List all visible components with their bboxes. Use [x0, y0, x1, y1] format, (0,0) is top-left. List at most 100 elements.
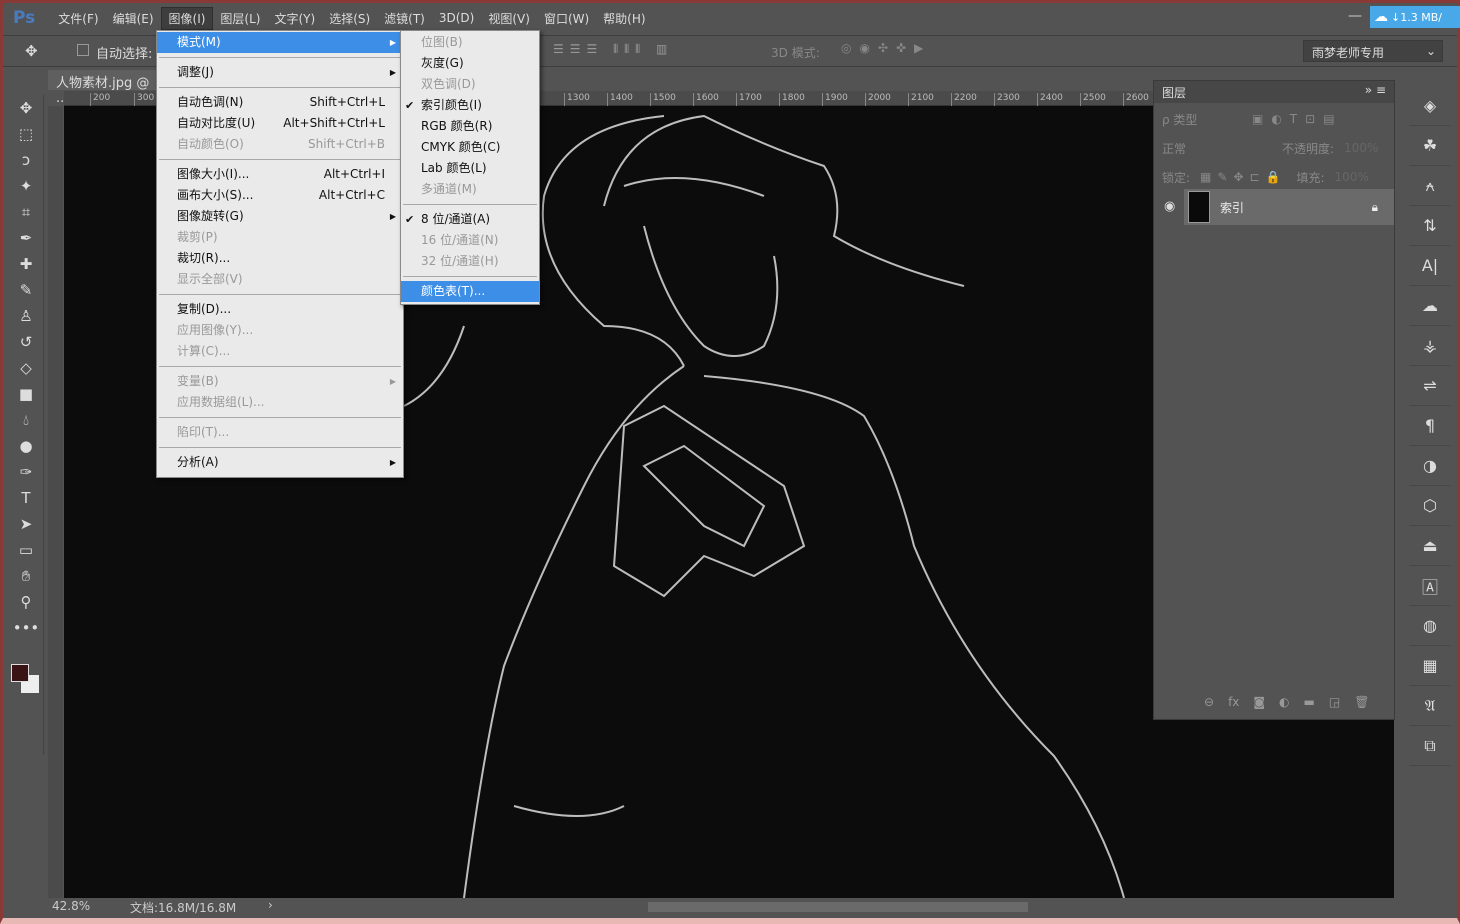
folder-icon[interactable]: ▬ [1304, 695, 1315, 709]
menu-4[interactable]: 文字(Y) [267, 8, 322, 29]
fill-field[interactable]: 100% [1335, 170, 1369, 184]
healing-tool-icon[interactable]: ✚ [8, 251, 44, 277]
menu-2[interactable]: 图像(I) [160, 6, 214, 30]
panel-menu-icon[interactable]: » ≡ [1365, 83, 1386, 97]
trash-icon[interactable]: 🗑︎ [1354, 695, 1369, 709]
document-tab[interactable]: 人物素材.jpg @ ... [48, 70, 158, 106]
menu-10[interactable]: 帮助(H) [596, 8, 652, 29]
type-tool-icon[interactable]: T [8, 485, 44, 511]
link-icon[interactable]: ⊖ [1204, 695, 1214, 709]
menu-item[interactable]: Lab 颜色(L) [401, 158, 539, 179]
layer-name[interactable]: 索引 [1220, 199, 1244, 216]
zoom-level[interactable]: 42.8% [52, 899, 90, 913]
3d-panel-icon[interactable]: ⬡ [1410, 486, 1450, 526]
eraser-tool-icon[interactable]: ◇ [8, 355, 44, 381]
auto-select-checkbox[interactable] [77, 44, 89, 56]
more-tools-icon[interactable]: ••• [8, 615, 44, 641]
menu-5[interactable]: 选择(S) [322, 8, 377, 29]
foreground-color-swatch[interactable] [11, 664, 29, 682]
zoom-tool-icon[interactable]: ⚲ [8, 589, 44, 615]
netdisk-widget[interactable]: ☁ ↓1.3 MB/ [1370, 6, 1460, 28]
workspace-select[interactable]: 雨梦老师专用 ⌄ [1303, 40, 1443, 62]
menu-item[interactable]: 灰度(G) [401, 53, 539, 74]
crop-tool-icon[interactable]: ⌗ [8, 199, 44, 225]
menu-item[interactable]: 图像旋转(G) ▶ [157, 206, 403, 227]
actions-panel-icon[interactable]: ⏏ [1410, 526, 1450, 566]
layers-panel-title[interactable]: 图层 [1162, 86, 1186, 100]
brushes-panel-icon[interactable]: ⚶ [1410, 326, 1450, 366]
menu-item[interactable]: 陷印(T)... [157, 422, 403, 443]
glyphs-panel-icon[interactable]: 🄰 [1410, 566, 1450, 606]
menu-9[interactable]: 窗口(W) [537, 8, 596, 29]
gradient-tool-icon[interactable]: ■ [8, 381, 44, 407]
dodge-tool-icon[interactable]: ● [8, 433, 44, 459]
blur-tool-icon[interactable]: 💧︎ [8, 407, 44, 433]
filter-icons[interactable]: ▣◐T⊡▤ [1252, 112, 1343, 126]
new-layer-icon[interactable]: ◲ [1329, 695, 1340, 709]
menu-item[interactable]: 多通道(M) [401, 179, 539, 200]
lasso-tool-icon[interactable]: ↄ [8, 147, 44, 173]
properties-panel-icon[interactable]: ⇌ [1410, 366, 1450, 406]
menu-item[interactable]: 16 位/通道(N) [401, 230, 539, 251]
menu-item[interactable]: 裁剪(P) [157, 227, 403, 248]
adjustment-icon[interactable]: ◐ [1279, 695, 1289, 709]
opacity-field[interactable]: 100% [1344, 141, 1378, 155]
menu-6[interactable]: 滤镜(T) [377, 8, 432, 29]
fx-icon[interactable]: fx [1228, 695, 1239, 709]
character-panel-icon[interactable]: A| [1410, 246, 1450, 286]
3d-tool-icons[interactable]: ◎◉✣✜▶ [841, 41, 931, 55]
menu-0[interactable]: 文件(F) [51, 8, 105, 29]
menu-item[interactable]: 调整(J) ▶ [157, 62, 403, 83]
menu-1[interactable]: 编辑(E) [106, 8, 161, 29]
char-styles-panel-icon[interactable]: 𝔄 [1410, 686, 1450, 726]
styles-panel-icon[interactable]: ◍ [1410, 606, 1450, 646]
channels-panel-icon[interactable]: ☘ [1410, 126, 1450, 166]
paragraph-panel-icon[interactable]: ¶ [1410, 406, 1450, 446]
layer-row[interactable]: 索引 🔒︎ [1184, 189, 1394, 225]
menu-item[interactable]: 应用图像(Y)... [157, 320, 403, 341]
menu-item[interactable]: 位图(B) [401, 32, 539, 53]
align-icons[interactable]: ☰☰☰ ⫴⫴⫴ ▥ [553, 42, 673, 57]
brush-tool-icon[interactable]: ✎ [8, 277, 44, 303]
menu-item[interactable]: 双色调(D) [401, 74, 539, 95]
menu-item[interactable]: 8 位/通道(A) ✔ [401, 209, 539, 230]
menu-item[interactable]: 复制(D)... [157, 299, 403, 320]
menu-item[interactable]: 32 位/通道(H) [401, 251, 539, 272]
lock-icons[interactable]: ▦✎✥⊏🔒 [1200, 170, 1286, 184]
menu-item[interactable]: 自动颜色(O) Shift+Ctrl+B [157, 134, 403, 155]
horizontal-scrollbar[interactable] [648, 902, 1028, 912]
menu-3[interactable]: 图层(L) [213, 8, 267, 29]
mask-icon[interactable]: ◙ [1253, 695, 1265, 709]
paths-panel-icon[interactable]: ⍲ [1410, 166, 1450, 206]
menu-item[interactable]: RGB 颜色(R) [401, 116, 539, 137]
pen-tool-icon[interactable]: ✑ [8, 459, 44, 485]
history-panel-icon[interactable]: ⇅ [1410, 206, 1450, 246]
swatches-panel-icon[interactable]: ▦ [1410, 646, 1450, 686]
adjustments-panel-icon[interactable]: ◑ [1410, 446, 1450, 486]
menu-item[interactable]: 分析(A) ▶ [157, 452, 403, 473]
shape-tool-icon[interactable]: ▭ [8, 537, 44, 563]
menu-item[interactable]: 应用数据组(L)... [157, 392, 403, 413]
menu-item[interactable]: 自动色调(N) Shift+Ctrl+L [157, 92, 403, 113]
menu-item[interactable]: 画布大小(S)... Alt+Ctrl+C [157, 185, 403, 206]
libraries-panel-icon[interactable]: ☁ [1410, 286, 1450, 326]
para-styles-panel-icon[interactable]: ⧉ [1410, 726, 1450, 766]
history-brush-tool-icon[interactable]: ↺ [8, 329, 44, 355]
menu-item[interactable]: 自动对比度(U) Alt+Shift+Ctrl+L [157, 113, 403, 134]
stamp-tool-icon[interactable]: ♙ [8, 303, 44, 329]
menu-item[interactable]: 计算(C)... [157, 341, 403, 362]
layers-panel-icon[interactable]: ◈ [1410, 86, 1450, 126]
menu-8[interactable]: 视图(V) [481, 8, 537, 29]
eyedropper-tool-icon[interactable]: ✒ [8, 225, 44, 251]
menu-7[interactable]: 3D(D) [432, 9, 481, 27]
menu-item[interactable]: 图像大小(I)... Alt+Ctrl+I [157, 164, 403, 185]
menu-item[interactable]: CMYK 颜色(C) [401, 137, 539, 158]
marquee-tool-icon[interactable]: ⬚ [8, 121, 44, 147]
path-select-tool-icon[interactable]: ➤ [8, 511, 44, 537]
menu-item[interactable]: 显示全部(V) [157, 269, 403, 290]
layer-filter[interactable]: ρ 类型 [1162, 111, 1242, 128]
hand-tool-icon[interactable]: ✋︎ [8, 563, 44, 589]
chevron-right-icon[interactable]: › [268, 898, 273, 912]
move-tool-icon[interactable]: ✥ [8, 95, 44, 121]
menu-item[interactable]: 变量(B) ▶ [157, 371, 403, 392]
